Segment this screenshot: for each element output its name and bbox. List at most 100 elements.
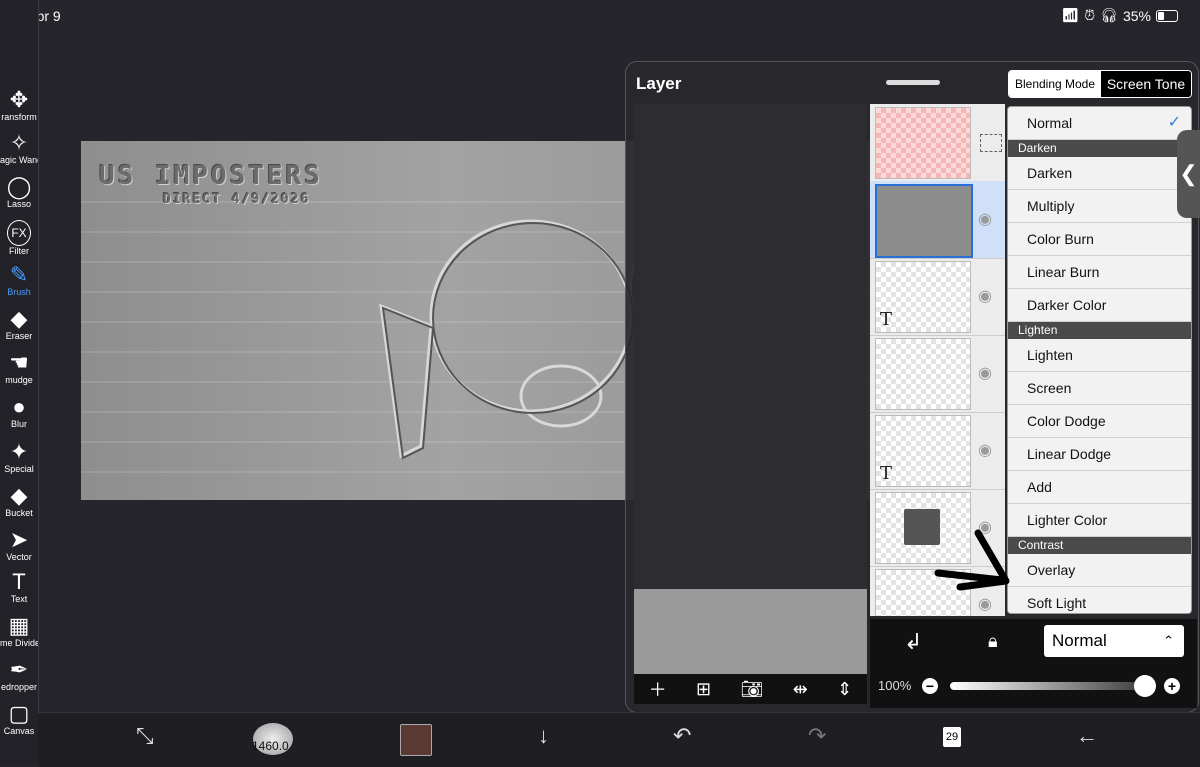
flip-horizontal-icon[interactable]: ⇹ bbox=[793, 679, 808, 700]
blend-option-linear-burn[interactable]: Linear Burn bbox=[1008, 256, 1191, 289]
layer-row[interactable]: ◉ bbox=[870, 335, 1005, 413]
tool-brush-icon: ✎ bbox=[9, 262, 29, 287]
redo-icon[interactable]: ↷ bbox=[808, 723, 826, 749]
back-arrow-icon[interactable]: ← bbox=[1076, 723, 1098, 749]
blend-option-add[interactable]: Add bbox=[1008, 471, 1191, 504]
color-swatch[interactable] bbox=[400, 724, 432, 756]
tool-label: mudge bbox=[5, 375, 33, 385]
tool-label: Eraser bbox=[5, 331, 33, 341]
pages-button[interactable]: 29 bbox=[943, 727, 961, 747]
blend-option-overlay[interactable]: Overlay bbox=[1008, 554, 1191, 587]
layer-row[interactable] bbox=[870, 104, 1005, 182]
tool-filter[interactable]: FX Filter bbox=[0, 220, 38, 256]
tool-brush[interactable]: ✎ Brush bbox=[0, 262, 38, 298]
panel-drag-handle[interactable] bbox=[886, 80, 940, 85]
blend-option-linear-dodge[interactable]: Linear Dodge bbox=[1008, 438, 1191, 471]
tool-label: edropper bbox=[0, 682, 38, 692]
selection-icon bbox=[980, 134, 1002, 152]
flip-vertical-icon[interactable]: ⇕ bbox=[837, 679, 852, 700]
tab-screen-tone[interactable]: Screen Tone bbox=[1101, 71, 1191, 97]
tool-canvas-icon: ▢ bbox=[8, 701, 30, 726]
opacity-slider[interactable] bbox=[950, 682, 1140, 690]
layer-row[interactable]: T ◉ bbox=[870, 412, 1005, 490]
opacity-slider-knob[interactable] bbox=[1134, 675, 1156, 697]
add-special-layer-icon[interactable]: ⊞ bbox=[696, 679, 711, 700]
tool-agic-wand[interactable]: ✧ agic Wand bbox=[0, 130, 38, 166]
tool-agic-wand-icon: ✧ bbox=[9, 130, 29, 155]
tool-special[interactable]: ✦ Special bbox=[0, 440, 38, 475]
battery-percent: 35% bbox=[1122, 7, 1151, 24]
opacity-plus-button[interactable]: + bbox=[1164, 678, 1180, 694]
undo-icon[interactable]: ↶ bbox=[673, 723, 691, 749]
blend-option-darker-color[interactable]: Darker Color bbox=[1008, 289, 1191, 322]
tool-blur-icon: ● bbox=[12, 394, 26, 419]
tool-mudge[interactable]: ☚ mudge bbox=[0, 351, 38, 386]
side-panel-handle[interactable]: ❮ bbox=[1177, 130, 1200, 218]
tool-bucket-icon: ◆ bbox=[10, 483, 28, 508]
tool-edropper[interactable]: ✒ edropper bbox=[0, 658, 38, 693]
blend-mode-select[interactable]: Normal ⌃ bbox=[1044, 625, 1184, 657]
visibility-eye-icon[interactable]: ◉ bbox=[978, 363, 992, 383]
clipping-icon[interactable]: ↲ bbox=[904, 629, 922, 655]
alarm-icon: ⏰︎ bbox=[1084, 7, 1096, 23]
blend-option-color-burn[interactable]: Color Burn bbox=[1008, 223, 1191, 256]
blend-group-header: Darken bbox=[1008, 140, 1191, 157]
blend-mode-value: Normal bbox=[1052, 631, 1107, 650]
layer-thumbnail bbox=[875, 107, 971, 179]
layer-row[interactable]: T ◉ bbox=[870, 258, 1005, 336]
alpha-lock-icon[interactable]: 🔒︎ bbox=[988, 631, 998, 652]
tool-ransform[interactable]: ✥ ransform bbox=[0, 87, 38, 123]
tool-bucket[interactable]: ◆ Bucket bbox=[0, 483, 38, 519]
tool-vector-icon: ➤ bbox=[9, 527, 29, 552]
annotation-arrow bbox=[934, 529, 1010, 591]
blend-group-header: Contrast bbox=[1008, 537, 1191, 554]
blend-option-multiply[interactable]: Multiply bbox=[1008, 190, 1191, 223]
text-layer-icon: T bbox=[880, 309, 893, 330]
tab-blending-mode[interactable]: Blending Mode bbox=[1009, 71, 1101, 97]
blend-option-normal[interactable]: Normal ✓ bbox=[1008, 107, 1191, 140]
download-arrow-icon[interactable]: ↓ bbox=[538, 723, 549, 749]
tool-me-divider-icon: ▦ bbox=[8, 613, 30, 638]
canvas-preview-thumbnail[interactable] bbox=[634, 589, 867, 674]
tool-eraser-icon: ◆ bbox=[10, 306, 28, 331]
tool-ransform-icon: ✥ bbox=[9, 87, 29, 112]
tool-filter-icon: FX bbox=[7, 220, 31, 246]
tool-lasso[interactable]: ◯ Lasso bbox=[0, 175, 38, 210]
tool-label: Special bbox=[4, 464, 34, 474]
visibility-eye-icon[interactable]: ◉ bbox=[978, 209, 992, 229]
blend-mode-menu: Normal ✓ Darken Darken Multiply Color Burn Lin… bbox=[1007, 106, 1192, 614]
tool-eraser[interactable]: ◆ Eraser bbox=[0, 306, 38, 342]
camera-icon[interactable]: 📷︎ bbox=[740, 679, 763, 700]
tool-label: Text bbox=[10, 594, 28, 604]
visibility-eye-icon[interactable]: ◉ bbox=[978, 594, 992, 614]
visibility-eye-icon[interactable]: ◉ bbox=[978, 286, 992, 306]
transform-quick-icon[interactable]: ⤡ bbox=[136, 723, 154, 749]
blend-tabs: Blending Mode Screen Tone bbox=[1008, 70, 1192, 98]
tool-label: agic Wand bbox=[0, 155, 38, 165]
tool-label: ransform bbox=[1, 112, 37, 122]
blend-option-darken[interactable]: Darken bbox=[1008, 157, 1191, 190]
blend-option-lighten[interactable]: Lighten bbox=[1008, 339, 1191, 372]
blend-option-soft-light[interactable]: Soft Light bbox=[1008, 587, 1191, 613]
blend-option-color-dodge[interactable]: Color Dodge bbox=[1008, 405, 1191, 438]
brush-size-value: 1460.0 bbox=[252, 739, 289, 753]
blend-option-screen[interactable]: Screen bbox=[1008, 372, 1191, 405]
tool-sidebar: ✥ ransform ✧ agic Wand ◯ Lasso FX Filter ✎ Brush ◆… bbox=[0, 0, 39, 766]
layer-controls: ↲ 🔒︎ Normal ⌃ 100% − + bbox=[870, 619, 1197, 708]
tool-blur[interactable]: ● Blur bbox=[0, 394, 38, 430]
add-layer-icon[interactable]: ＋ bbox=[649, 676, 667, 702]
layer-row[interactable]: ◉ bbox=[870, 181, 1005, 259]
text-layer-icon: T bbox=[880, 463, 893, 484]
tool-text[interactable]: T Text bbox=[0, 570, 38, 605]
tool-canvas[interactable]: ▢ Canvas bbox=[0, 701, 38, 737]
blend-option-lighter-color[interactable]: Lighter Color bbox=[1008, 504, 1191, 537]
wifi-icon: 📶︎ bbox=[1061, 7, 1080, 23]
tool-me-divider[interactable]: ▦me Divider bbox=[0, 613, 38, 649]
blend-group-header: Lighten bbox=[1008, 322, 1191, 339]
layer-preview: ＋ ⊞ 📷︎ ⇹ ⇕ bbox=[634, 104, 867, 704]
opacity-label: 100% bbox=[878, 678, 912, 693]
opacity-minus-button[interactable]: − bbox=[922, 678, 938, 694]
tool-vector[interactable]: ➤ Vector bbox=[0, 527, 38, 563]
headphones-icon: 🎧︎ bbox=[1100, 7, 1118, 23]
visibility-eye-icon[interactable]: ◉ bbox=[978, 440, 992, 460]
